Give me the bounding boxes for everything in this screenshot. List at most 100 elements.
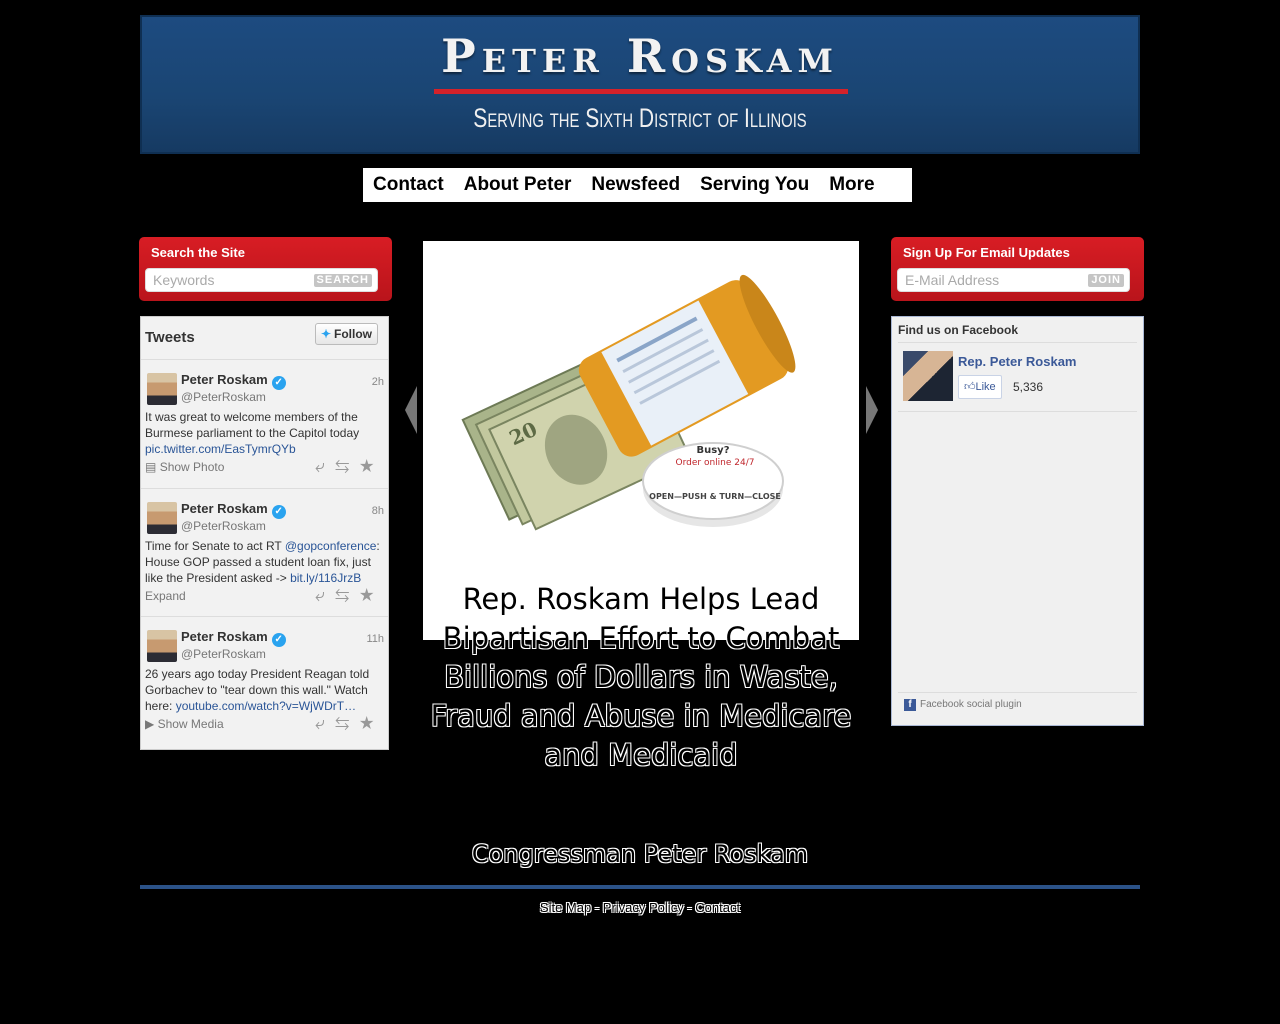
plugin-label: Facebook social plugin — [920, 699, 1022, 710]
footer-separator: - — [683, 900, 696, 915]
nav-serving-you[interactable]: Serving You — [700, 174, 809, 196]
thumbs-up-icon: 👍︎ — [964, 381, 976, 393]
avatar[interactable] — [147, 630, 177, 662]
tweet-time[interactable]: 11h — [366, 633, 384, 645]
retweet-icon[interactable]: ⇆ — [335, 456, 359, 476]
verified-icon: ✓ — [271, 633, 286, 647]
tweet-item: Peter Roskam ✓ @PeterRoskam 8h Time for S… — [141, 488, 388, 616]
banner-tagline: Serving the Sixth District of Illinois — [473, 103, 807, 133]
bottle-cap: Busy? Order online 24/7 OPEN—PUSH & TURN… — [642, 442, 784, 527]
banner-name: Peter Roskam — [441, 29, 839, 83]
tweet-mention[interactable]: @gopconference — [285, 539, 377, 553]
facebook-plugin-link[interactable]: f Facebook social plugin — [904, 699, 1022, 711]
retweet-icon[interactable]: ⇆ — [335, 713, 359, 733]
join-button[interactable]: JOIN — [1088, 274, 1124, 287]
nav-newsfeed[interactable]: Newsfeed — [591, 174, 680, 196]
main-nav: Contact About Peter Newsfeed Serving You… — [363, 168, 912, 202]
retweet-icon[interactable]: ⇆ — [335, 585, 359, 605]
divider — [898, 411, 1137, 412]
facebook-profile-photo[interactable] — [903, 351, 953, 401]
slider-prev-arrow[interactable] — [405, 386, 417, 434]
tweet-text: It was great to welcome members of the B… — [145, 409, 383, 457]
tweet-time[interactable]: 2h — [372, 376, 384, 388]
verified-icon: ✓ — [271, 376, 286, 390]
tweet-link[interactable]: youtube.com/watch?v=WjWDrT… — [176, 699, 356, 713]
reply-icon[interactable]: ⤶ — [315, 585, 335, 605]
cap-text-top: Busy? — [696, 445, 729, 456]
favorite-icon[interactable]: ★ — [359, 585, 384, 605]
tweet-author[interactable]: Peter Roskam ✓ — [181, 372, 286, 390]
tweet-handle[interactable]: @PeterRoskam — [181, 647, 266, 661]
follow-button[interactable]: ✦ Follow — [314, 323, 378, 345]
cap-text-red: Order online 24/7 — [676, 458, 755, 468]
nav-contact[interactable]: Contact — [373, 174, 444, 196]
search-field-wrap: SEARCH — [145, 268, 378, 292]
reply-icon[interactable]: ⤶ — [315, 456, 335, 476]
footer-separator: - — [591, 900, 603, 915]
divider — [898, 692, 1137, 693]
facebook-like-button[interactable]: 👍︎Like — [958, 375, 1002, 399]
footer-link-contact[interactable]: Contact — [695, 900, 740, 915]
action-label: Show Media — [157, 717, 224, 731]
action-label: Show Photo — [159, 460, 225, 474]
tweet-link[interactable]: bit.ly/116JrzB — [290, 571, 361, 585]
like-label: Like — [975, 381, 996, 393]
facebook-page-name[interactable]: Rep. Peter Roskam — [958, 354, 1077, 369]
tweets-header: Tweets — [145, 329, 195, 346]
email-title: Sign Up For Email Updates — [903, 245, 1070, 260]
tweet-author-name: Peter Roskam — [181, 629, 268, 644]
nav-more[interactable]: More — [829, 174, 874, 196]
avatar[interactable] — [147, 373, 177, 405]
footer-links: Site Map - Privacy Policy - Contact — [0, 900, 1280, 915]
footer-link-privacy-policy[interactable]: Privacy Policy — [603, 900, 684, 915]
footer-divider — [140, 885, 1140, 889]
slider-next-arrow[interactable] — [866, 386, 878, 434]
tweet-handle[interactable]: @PeterRoskam — [181, 519, 266, 533]
facebook-like-count: 5,336 — [1013, 380, 1044, 394]
expand-action[interactable]: Expand — [145, 589, 186, 603]
tweet-time[interactable]: 8h — [372, 505, 384, 517]
follow-label: Follow — [334, 327, 372, 341]
show-photo-action[interactable]: ▤ Show Photo — [145, 460, 224, 474]
tweet-text: Time for Senate to act RT @gopconference… — [145, 538, 383, 586]
facebook-header[interactable]: Find us on Facebook — [898, 323, 1018, 337]
tweet-author[interactable]: Peter Roskam ✓ — [181, 501, 286, 519]
tweet-handle[interactable]: @PeterRoskam — [181, 390, 266, 404]
tweet-text: 26 years ago today President Reagan told… — [145, 666, 383, 714]
photo-icon: ▤ — [145, 460, 157, 474]
twitter-bird-icon: ✦ — [320, 327, 331, 341]
tweet-actions: ⤶⇆★ — [315, 713, 384, 734]
play-icon: ▶ — [145, 717, 155, 731]
search-widget: Search the Site SEARCH — [139, 237, 392, 301]
facebook-icon: f — [904, 699, 916, 711]
reply-icon[interactable]: ⤶ — [315, 713, 335, 733]
nav-about-peter[interactable]: About Peter — [464, 174, 572, 196]
footer-link-site-map[interactable]: Site Map — [540, 900, 591, 915]
verified-icon: ✓ — [271, 505, 286, 519]
divider — [898, 342, 1137, 343]
banner-divider — [434, 89, 848, 94]
tweet-link[interactable]: pic.twitter.com/EasTymrQYb — [145, 442, 296, 456]
tweet-item: Peter Roskam ✓ @PeterRoskam 2h It was gre… — [141, 359, 388, 488]
email-field-wrap: JOIN — [897, 268, 1130, 292]
footer-name: Congressman Peter Roskam — [471, 840, 809, 868]
slide-headline[interactable]: Rep. Roskam Helps Lead Bipartisan Effort… — [423, 580, 859, 775]
avatar[interactable] — [147, 502, 177, 534]
tweet-actions: ⤶⇆★ — [315, 456, 384, 477]
favorite-icon[interactable]: ★ — [359, 456, 384, 476]
twitter-widget: Tweets ✦ Follow Peter Roskam ✓ @PeterRoska… — [140, 316, 389, 750]
email-input[interactable] — [905, 269, 1065, 291]
tweet-item: Peter Roskam ✓ @PeterRoskam 11h 26 years … — [141, 616, 388, 745]
search-button[interactable]: SEARCH — [313, 274, 372, 287]
tweet-actions: ⤶⇆★ — [315, 585, 384, 606]
search-title: Search the Site — [151, 245, 245, 260]
tweet-author[interactable]: Peter Roskam ✓ — [181, 629, 286, 647]
tweet-text-body: Time for Senate to act RT — [145, 539, 285, 553]
show-media-action[interactable]: ▶ Show Media — [145, 717, 224, 731]
tweet-text-body: It was great to welcome members of the B… — [145, 410, 360, 440]
cap-text-ring: OPEN—PUSH & TURN—CLOSE — [649, 492, 781, 501]
favorite-icon[interactable]: ★ — [359, 713, 384, 733]
email-signup-widget: Sign Up For Email Updates JOIN — [891, 237, 1144, 301]
site-banner[interactable]: Peter Roskam Serving the Sixth District … — [140, 15, 1140, 154]
search-input[interactable] — [153, 269, 313, 291]
